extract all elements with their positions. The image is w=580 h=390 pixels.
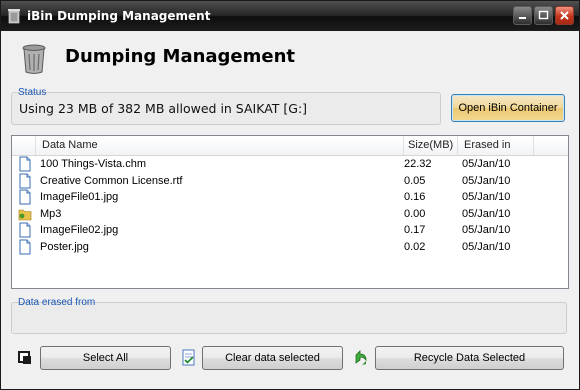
row-size: 0.16 — [404, 191, 426, 203]
table-row[interactable]: 100 Things-Vista.chm 22.32 05/Jan/10 — [12, 156, 568, 172]
table-row[interactable]: Mp3 0.00 05/Jan/10 — [12, 206, 568, 222]
row-size: 0.05 — [404, 174, 426, 187]
select-all-button[interactable]: Select All — [40, 346, 171, 370]
document-icon — [19, 189, 31, 205]
document-icon — [19, 156, 31, 172]
page-title: Dumping Management — [65, 46, 296, 67]
close-button[interactable] — [555, 6, 574, 25]
column-header-icon[interactable] — [12, 136, 36, 155]
row-size: 0.00 — [404, 207, 426, 220]
recycle-icon — [355, 350, 367, 365]
document-icon — [19, 173, 31, 188]
row-name: Mp3 — [40, 207, 62, 220]
row-size: 22.32 — [404, 158, 432, 170]
table-row[interactable]: ImageFile02.jpg 0.17 05/Jan/10 — [12, 222, 568, 238]
document-icon — [19, 239, 31, 254]
row-erased: 05/Jan/10 — [462, 191, 511, 203]
select-all-icon — [18, 351, 31, 364]
row-name: Poster.jpg — [40, 240, 89, 253]
row-name: Creative Common License.rtf — [40, 174, 183, 187]
title-bar[interactable]: iBin Dumping Management — [1, 1, 579, 31]
maximize-icon — [538, 10, 549, 20]
table-row[interactable]: Creative Common License.rtf 0.05 05/Jan/10 — [12, 173, 568, 189]
row-erased: 05/Jan/10 — [462, 224, 511, 236]
table-row[interactable]: Poster.jpg 0.02 05/Jan/10 — [12, 239, 568, 255]
maximize-button[interactable] — [534, 6, 553, 25]
row-name: ImageFile02.jpg — [40, 224, 119, 236]
folder-icon — [18, 209, 32, 220]
row-name: ImageFile01.jpg — [40, 191, 119, 203]
column-header-size[interactable]: Size(MB) — [404, 136, 458, 155]
table-row[interactable]: ImageFile01.jpg 0.16 05/Jan/10 — [12, 189, 568, 205]
checklist-icon — [182, 349, 195, 366]
row-erased: 05/Jan/10 — [462, 174, 511, 187]
erased-from-label: Data erased from — [18, 297, 96, 308]
row-erased: 05/Jan/10 — [462, 240, 511, 253]
trash-bin-icon — [22, 44, 46, 74]
close-icon — [560, 11, 569, 20]
row-erased: 05/Jan/10 — [462, 158, 511, 170]
app-window: iBin Dumping Management Dumping Manageme… — [0, 0, 580, 390]
open-container-button[interactable]: Open iBin Container — [451, 94, 565, 122]
column-header-extra — [534, 136, 568, 155]
list-header: Data Name Size(MB) Erased in — [12, 136, 568, 156]
data-list[interactable]: Data Name Size(MB) Erased in 100 Things-… — [11, 135, 569, 289]
document-icon — [19, 222, 31, 238]
recycle-selected-button[interactable]: Recycle Data Selected — [375, 346, 564, 370]
window-title: iBin Dumping Management — [27, 9, 211, 23]
row-size: 0.02 — [404, 240, 426, 253]
row-erased: 05/Jan/10 — [462, 207, 511, 220]
minimize-icon — [519, 17, 526, 19]
status-group-label: Status — [18, 87, 47, 98]
trash-bin-icon — [8, 9, 20, 24]
row-name: 100 Things-Vista.chm — [40, 158, 146, 170]
column-header-name[interactable]: Data Name — [36, 136, 404, 155]
clear-selected-button[interactable]: Clear data selected — [202, 346, 343, 370]
row-size: 0.17 — [404, 224, 426, 236]
status-text: Using 23 MB of 382 MB allowed in SAIKAT … — [19, 101, 308, 116]
column-header-erased[interactable]: Erased in — [458, 136, 534, 155]
minimize-button[interactable] — [513, 6, 532, 25]
